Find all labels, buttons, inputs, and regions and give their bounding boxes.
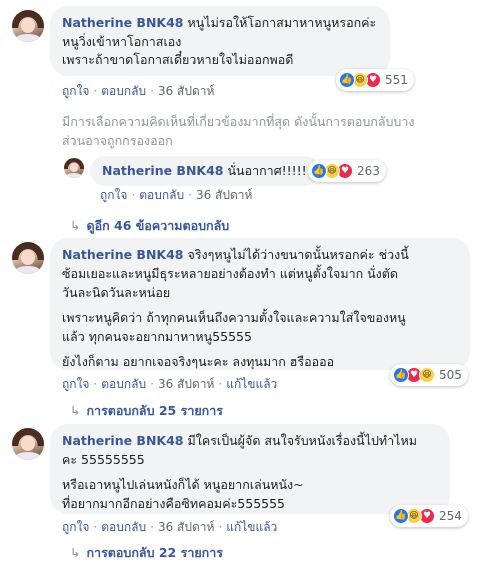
reaction-count: 254 [439, 509, 462, 523]
comment-actions: ถูกใจ · ตอบกลับ · 36 สัปดาห์ [62, 84, 215, 98]
reaction-summary[interactable]: 👍 😆 ♥ 254 [390, 505, 468, 527]
comment-text: เพราะหนูคิดว่า ถ้าทุกคนเห็นถึงความตั้งใจ… [62, 310, 406, 325]
like-reaction-icon: 👍 [339, 72, 355, 88]
view-replies[interactable]: ↳ การตอบกลับ 25 รายการ [70, 401, 223, 421]
reaction-count: 505 [439, 368, 462, 382]
comment-text: ซ้อมเยอะและหนูมีธุระหลายอย่างต้องทำ แต่ห… [62, 266, 399, 281]
reply-arrow-icon: ↳ [70, 545, 81, 560]
like-reaction-icon: 👍 [393, 367, 409, 383]
avatar[interactable] [12, 10, 44, 42]
haha-reaction-icon: 😆 [419, 367, 435, 383]
reply-bubble: Natherine BNK48 นั่นอากาศ!!!!! [90, 156, 320, 186]
avatar[interactable] [12, 428, 44, 460]
comment-text: จริงๆหนูไม่ได้ว่างขนาดนั้นหรอกค่ะ ช่วงนี… [187, 247, 409, 262]
reply-author[interactable]: Natherine BNK48 [102, 163, 224, 178]
comment-author[interactable]: Natherine BNK48 [62, 433, 184, 448]
like-link[interactable]: ถูกใจ [62, 84, 89, 98]
comment-actions: ถูกใจ · ตอบกลับ · 36 สัปดาห์ · แก้ไขแล้ว [62, 520, 278, 534]
timestamp[interactable]: 36 สัปดาห์ [158, 84, 214, 98]
edited-link[interactable]: แก้ไขแล้ว [226, 377, 277, 391]
reaction-summary[interactable]: 👍 ♥ 😆 505 [390, 364, 468, 386]
reply-text: นั่นอากาศ!!!!! [227, 163, 307, 178]
avatar[interactable] [12, 242, 44, 274]
comment-text: แล้ว ทุกคนจะอยากมาหาหนู55555 [62, 329, 252, 344]
timestamp[interactable]: 36 สัปดาห์ [158, 377, 214, 391]
like-reaction-icon: 👍 [311, 163, 327, 179]
filter-notice: มีการเลือกความคิดเห็นที่เกี่ยวข้องมากที่… [62, 114, 415, 148]
reaction-count: 263 [357, 164, 380, 178]
reaction-summary[interactable]: 👍 😆 ♥ 263 [308, 160, 386, 182]
reply-link[interactable]: ตอบกลับ [101, 520, 146, 534]
comment-author[interactable]: Natherine BNK48 [62, 247, 184, 262]
like-link[interactable]: ถูกใจ [62, 377, 89, 391]
reply-arrow-icon: ↳ [70, 403, 81, 418]
view-replies[interactable]: ↳ การตอบกลับ 22 รายการ [70, 543, 223, 562]
reply-link[interactable]: ตอบกลับ [101, 377, 146, 391]
comment-actions: ถูกใจ · ตอบกลับ · 36 สัปดาห์ · แก้ไขแล้ว [62, 377, 278, 391]
reaction-summary[interactable]: 👍 😆 ♥ 551 [336, 69, 414, 91]
edited-link[interactable]: แก้ไขแล้ว [226, 520, 277, 534]
timestamp[interactable]: 36 สัปดาห์ [196, 188, 252, 202]
comment-text: คะ 55555555 [62, 452, 145, 467]
comment-text: มีใครเป็นผู้จัด สนใจรับหนังเรื่องนี้ไปทำ… [187, 433, 417, 448]
like-reaction-icon: 👍 [393, 508, 409, 524]
comment-author[interactable]: Natherine BNK48 [62, 15, 184, 30]
comment-text: หรือเอาหนูไปเล่นหนังก็ได้ หนูอยากเล่นหนั… [62, 477, 304, 492]
comment-bubble: Natherine BNK48 มีใครเป็นผู้จัด สนใจรับหน… [50, 424, 450, 514]
reply-actions: ถูกใจ · ตอบกลับ · 36 สัปดาห์ [100, 188, 253, 202]
reply-link[interactable]: ตอบกลับ [139, 188, 184, 202]
view-more-replies[interactable]: ↳ ดูอีก 46 ข้อความตอบกลับ [70, 216, 229, 236]
comment-text: เพราะถ้าขาดโอกาสเดี๋ยวหายใจไม่ออกพอดี [62, 52, 294, 67]
like-link[interactable]: ถูกใจ [100, 188, 127, 202]
comment-text: หนูวิ่งเข้าหาโอกาสเอง [62, 34, 182, 49]
comment-text: หนูไม่รอให้โอกาสมาหาหนูหรอกค่ะ [187, 15, 377, 30]
reply-link[interactable]: ตอบกลับ [101, 84, 146, 98]
like-link[interactable]: ถูกใจ [62, 520, 89, 534]
comment-text: วันละนิดวันละหน่อย [62, 285, 171, 300]
reply-arrow-icon: ↳ [70, 218, 81, 233]
comment-bubble: Natherine BNK48 จริงๆหนูไม่ได้ว่างขนาดนั้… [50, 238, 470, 370]
reaction-count: 551 [385, 73, 408, 87]
avatar[interactable] [64, 158, 84, 178]
timestamp[interactable]: 36 สัปดาห์ [158, 520, 214, 534]
comment-text: ที่อยากมากอีกอย่างคือซิทคอมค่ะ555555 [62, 496, 286, 511]
